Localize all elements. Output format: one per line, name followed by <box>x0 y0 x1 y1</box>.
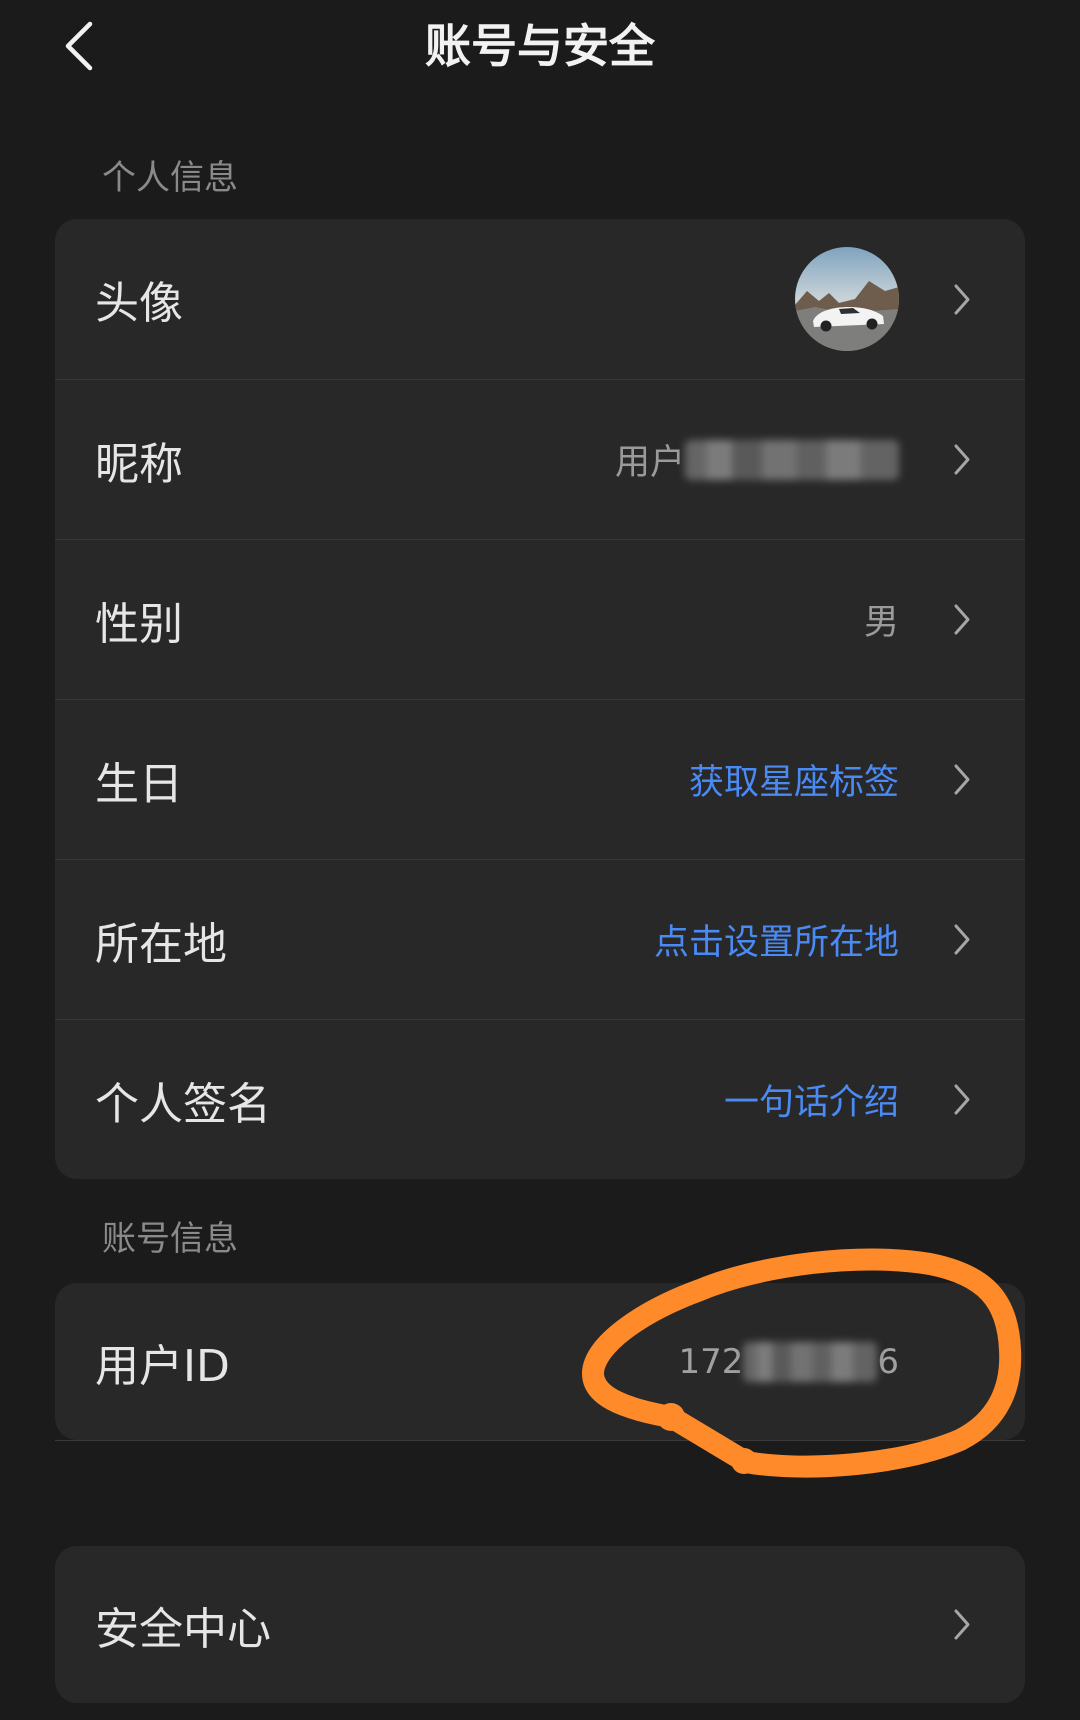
row-user-id: 用户ID 172 6 <box>55 1283 1025 1440</box>
row-label: 头像 <box>95 278 183 329</box>
row-location[interactable]: 所在地 点击设置所在地 <box>55 859 1025 1019</box>
chevron-right-icon <box>954 284 970 314</box>
redacted-blur <box>685 439 899 480</box>
chevron-right-icon <box>954 764 970 795</box>
row-security-center[interactable]: 安全中心 <box>55 1546 1025 1703</box>
birthday-value: 获取星座标签 <box>688 763 899 803</box>
nickname-text: 用户 <box>614 443 685 483</box>
section-label-personal-info: 个人信息 <box>102 158 238 198</box>
chevron-right-icon <box>954 924 970 955</box>
row-label: 生日 <box>95 758 183 810</box>
chevron-right-icon <box>954 1084 970 1115</box>
nickname-value: 用户 <box>615 434 899 485</box>
row-label: 性别 <box>95 598 183 650</box>
redacted-blur <box>743 1341 878 1382</box>
row-avatar[interactable]: 头像 <box>55 219 1025 379</box>
user-id-label: 用户ID <box>95 1340 230 1392</box>
user-id-end: 6 <box>877 1341 899 1382</box>
row-signature[interactable]: 个人签名 一句话介绍 <box>55 1019 1025 1179</box>
avatar <box>795 247 899 351</box>
gender-value: 男 <box>863 603 899 643</box>
page-title: 账号与安全 <box>425 19 655 73</box>
row-label: 个人签名 <box>95 1078 271 1130</box>
row-label: 昵称 <box>95 438 183 490</box>
divider <box>55 1440 1025 1441</box>
row-gender[interactable]: 性别 男 <box>55 539 1025 699</box>
section-label-account-info: 账号信息 <box>102 1219 238 1259</box>
chevron-right-icon <box>954 1609 970 1640</box>
row-nickname[interactable]: 昵称 用户 <box>55 379 1025 539</box>
row-label: 所在地 <box>95 918 227 970</box>
personal-info-card: 头像 昵称 用户 性别 男 生日 获取星座标签 所在地 点击设置所在地 个人签名… <box>55 219 1025 1179</box>
security-center-label: 安全中心 <box>95 1603 271 1655</box>
chevron-right-icon <box>954 444 970 475</box>
signature-value: 一句话介绍 <box>723 1083 899 1123</box>
account-info-card: 用户ID 172 6 <box>55 1283 1025 1440</box>
chevron-right-icon <box>954 604 970 635</box>
security-card: 安全中心 <box>55 1546 1025 1703</box>
top-bar: 账号与安全 <box>0 0 1080 92</box>
location-value: 点击设置所在地 <box>653 923 899 963</box>
user-id-start: 172 <box>678 1341 744 1382</box>
row-birthday[interactable]: 生日 获取星座标签 <box>55 699 1025 859</box>
user-id-value: 172 6 <box>678 1341 899 1382</box>
